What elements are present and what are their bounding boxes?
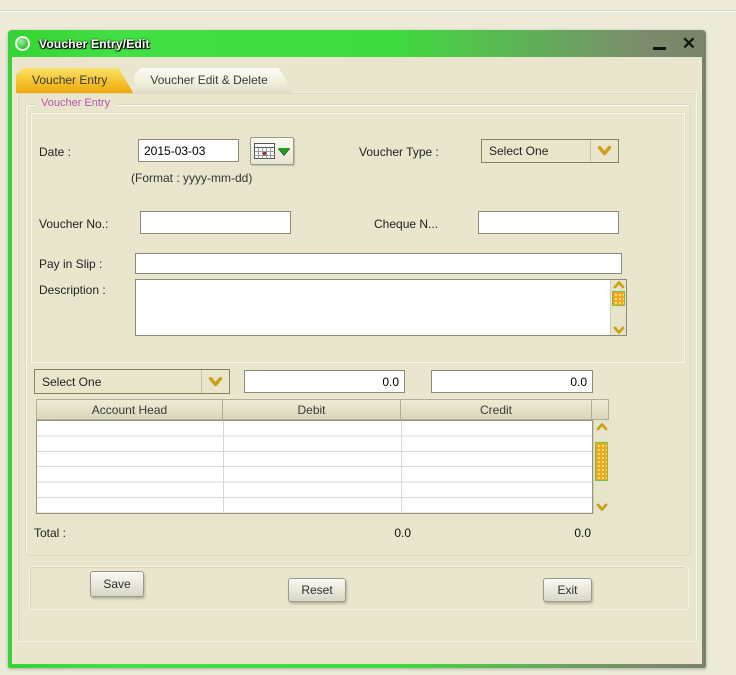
voucher-no-label: Voucher No.: bbox=[39, 217, 108, 231]
calendar-dropdown-arrow-icon bbox=[278, 148, 290, 155]
column-header-debit: Debit bbox=[223, 399, 401, 420]
description-scrollbar[interactable] bbox=[610, 280, 626, 335]
minimize-button[interactable] bbox=[653, 37, 666, 50]
column-divider bbox=[223, 421, 224, 513]
app-icon bbox=[15, 36, 30, 51]
window-body: Voucher Entry Voucher Edit & Delete Vouc… bbox=[12, 57, 702, 664]
chevron-down-icon bbox=[208, 377, 223, 387]
description-scrollpane bbox=[135, 279, 627, 336]
voucher-type-selected-value: Select One bbox=[489, 140, 548, 162]
save-button[interactable]: Save bbox=[90, 571, 144, 597]
form-section-divider bbox=[27, 363, 689, 364]
date-input[interactable] bbox=[138, 139, 239, 162]
groupbox-title: Voucher Entry bbox=[36, 97, 115, 109]
description-label: Description : bbox=[39, 283, 106, 297]
scroll-up-icon[interactable] bbox=[596, 423, 608, 431]
exit-button[interactable]: Exit bbox=[543, 578, 592, 602]
cheque-no-input[interactable] bbox=[478, 211, 619, 234]
calendar-button[interactable] bbox=[250, 137, 294, 165]
calendar-icon bbox=[254, 143, 275, 159]
debit-amount-input[interactable] bbox=[244, 370, 405, 393]
column-header-credit: Credit bbox=[401, 399, 592, 420]
tab-voucher-edit-delete[interactable]: Voucher Edit & Delete bbox=[134, 68, 293, 93]
chevron-down-icon bbox=[597, 146, 612, 156]
tab-voucher-entry[interactable]: Voucher Entry bbox=[16, 68, 133, 93]
table-scrollbar[interactable] bbox=[593, 420, 609, 514]
account-head-selected-value: Select One bbox=[42, 370, 101, 393]
titlebar[interactable]: Voucher Entry/Edit ✕ bbox=[8, 30, 706, 57]
column-header-account-head: Account Head bbox=[36, 399, 223, 420]
close-button[interactable]: ✕ bbox=[682, 30, 696, 57]
voucher-table-body[interactable] bbox=[36, 420, 593, 514]
description-textarea[interactable] bbox=[136, 280, 609, 335]
app-window: Voucher Entry/Edit ✕ Voucher Entry Vouch… bbox=[8, 30, 706, 668]
date-format-hint: (Format : yyyy-mm-dd) bbox=[131, 171, 252, 185]
date-label: Date : bbox=[39, 145, 71, 159]
voucher-type-label: Voucher Type : bbox=[359, 145, 439, 159]
column-divider bbox=[401, 421, 402, 513]
pay-in-slip-label: Pay in Slip : bbox=[39, 257, 102, 271]
window-title: Voucher Entry/Edit bbox=[39, 37, 653, 51]
credit-amount-input[interactable] bbox=[431, 370, 593, 393]
pay-in-slip-input[interactable] bbox=[135, 253, 622, 274]
background-divider bbox=[0, 10, 736, 12]
desktop-background: Voucher Entry/Edit ✕ Voucher Entry Vouch… bbox=[0, 0, 736, 675]
description-scrollbar-thumb[interactable] bbox=[612, 291, 625, 306]
tab-bar: Voucher Entry Voucher Edit & Delete bbox=[16, 68, 295, 93]
total-credit-value: 0.0 bbox=[491, 526, 591, 540]
scroll-down-icon[interactable] bbox=[613, 326, 625, 334]
reset-button[interactable]: Reset bbox=[288, 578, 346, 602]
column-header-filler bbox=[592, 399, 609, 420]
total-label: Total : bbox=[34, 526, 66, 540]
total-debit-value: 0.0 bbox=[311, 526, 411, 540]
cheque-no-label: Cheque N... bbox=[374, 217, 438, 231]
minimize-icon bbox=[653, 47, 666, 50]
table-scrollbar-thumb[interactable] bbox=[595, 442, 608, 481]
scroll-up-icon[interactable] bbox=[613, 281, 625, 289]
voucher-type-select[interactable]: Select One bbox=[481, 139, 619, 163]
scroll-down-icon[interactable] bbox=[596, 503, 608, 511]
voucher-no-input[interactable] bbox=[140, 211, 291, 234]
voucher-entry-groupbox: Voucher Entry Date : bbox=[25, 104, 691, 556]
account-head-select[interactable]: Select One bbox=[34, 369, 230, 394]
table-header: Account Head Debit Credit bbox=[36, 399, 609, 420]
